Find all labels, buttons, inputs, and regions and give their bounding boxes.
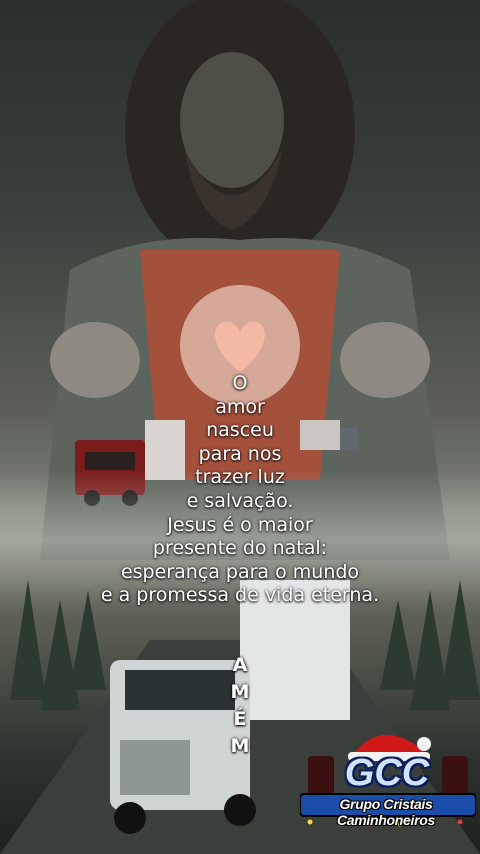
logo-truck-right <box>442 756 468 796</box>
amem-letter: M <box>230 681 250 703</box>
face-shape <box>180 52 284 188</box>
poem-line: amor <box>215 395 265 418</box>
poem-line: trazer luz <box>195 466 285 489</box>
poem-line: e salvação. <box>186 489 294 512</box>
logo-truck-left <box>308 756 334 796</box>
story-canvas: O amor nasceu para nos trazer luz e salv… <box>0 0 480 854</box>
amem-vertical: A M É M <box>228 652 252 760</box>
amem-letter: M <box>230 735 250 757</box>
amem-letter: É <box>233 708 247 730</box>
logo-name: Grupo Cristais Caminhoneiros <box>336 796 435 828</box>
poem-line: e a promessa de vida eterna. <box>100 584 380 607</box>
amem-letter: A <box>232 654 248 676</box>
poem-line: Jesus é o maior <box>167 513 313 536</box>
poem-text: O amor nasceu para nos trazer luz e salv… <box>40 372 440 608</box>
poem-line: para nos <box>198 442 282 465</box>
poem-line: esperança para o mundo <box>120 560 360 583</box>
logo-mark: GCC <box>344 752 430 794</box>
santa-hat-pompom <box>417 737 431 751</box>
poem-line: nasceu <box>206 419 274 442</box>
poem-line: presente do natal: <box>152 537 328 560</box>
poem-line: O <box>232 372 248 394</box>
